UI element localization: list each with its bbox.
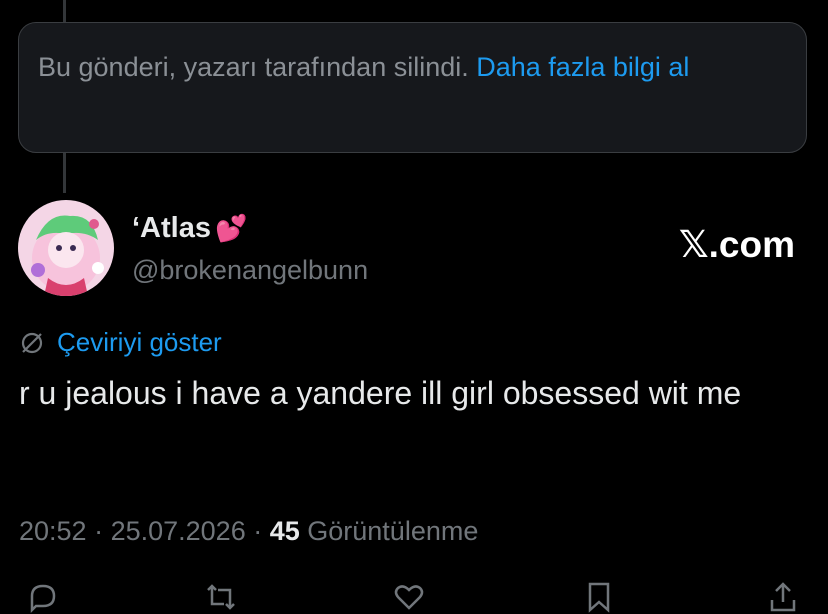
thread-line-middle — [63, 153, 66, 193]
like-icon[interactable] — [392, 580, 426, 614]
x-brand-label: 𝕏.com — [678, 224, 795, 265]
two-hearts-emoji: 💕 — [214, 213, 248, 243]
translate-label: Çeviriyi göster — [57, 327, 222, 357]
deleted-post-notice: Bu gönderi, yazarı tarafından silindi. D… — [18, 22, 807, 153]
share-icon[interactable] — [766, 580, 800, 614]
avatar-image — [18, 200, 114, 296]
post-date[interactable]: 25.07.2026 — [111, 516, 246, 547]
views-label: Görüntülenme — [299, 516, 479, 546]
thread-line-top — [63, 0, 66, 22]
post-time[interactable]: 20:52 — [19, 516, 87, 547]
translate-icon — [21, 332, 43, 353]
repost-icon[interactable] — [204, 580, 238, 614]
translate-button[interactable]: Çeviriyi göster — [19, 327, 222, 358]
author-handle[interactable]: @brokenangelbunn — [132, 255, 368, 286]
learn-more-link[interactable]: Daha fazla bilgi al — [476, 52, 689, 82]
reply-icon[interactable] — [26, 580, 60, 614]
author-display-name[interactable]: ‘Atlas 💕 — [132, 212, 247, 245]
avatar[interactable] — [18, 200, 114, 296]
meta-separator-2: · — [245, 516, 270, 546]
post-meta: 20:52 · 25.07.2026 · 45 Görüntülenme — [19, 516, 478, 547]
tweet-text: r u jealous i have a yandere ill girl ob… — [19, 375, 742, 411]
meta-separator: · — [86, 516, 111, 546]
bookmark-icon[interactable] — [582, 580, 616, 614]
view-count: 45 — [269, 516, 300, 546]
display-name-text: ‘Atlas — [132, 212, 211, 244]
deleted-notice-text: Bu gönderi, yazarı tarafından silindi. — [38, 52, 477, 82]
